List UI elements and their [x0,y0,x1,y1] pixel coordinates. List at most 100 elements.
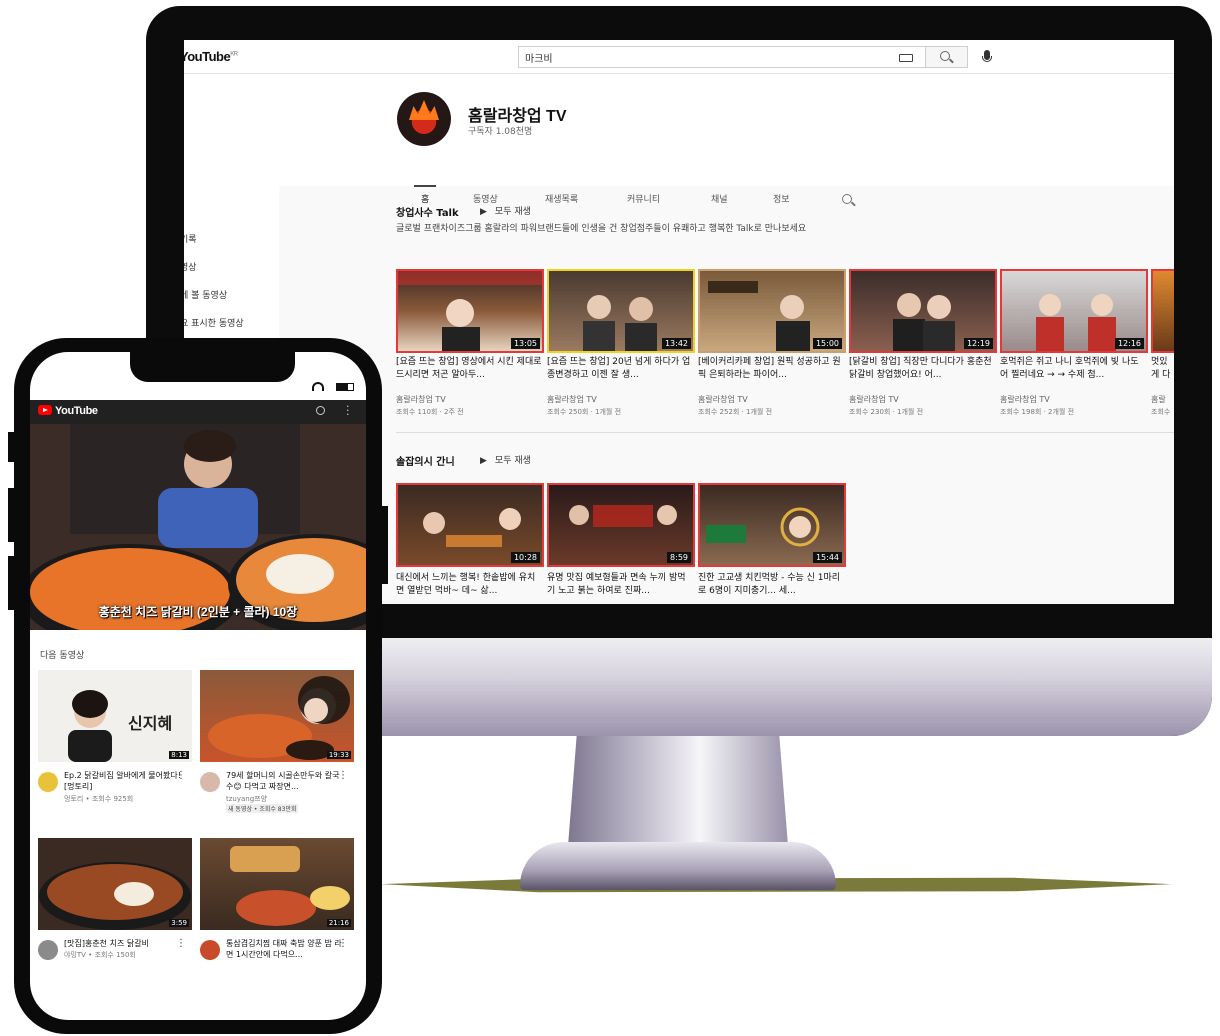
sidebar-item-watch-later[interactable]: 에 볼 동영상 [184,288,227,301]
thumbnail-text: 신지혜 [128,714,173,733]
video-duration: 3:59 [169,919,189,927]
more-vertical-icon[interactable]: ⋮ [338,938,348,949]
channel-search-icon[interactable] [842,194,852,204]
section-title-talk[interactable]: 창업사수 Talk [396,204,459,219]
video-channel[interactable]: 홈랄라창업 TV [396,394,446,405]
search-input[interactable]: 마크비 [518,46,926,68]
video-thumbnail[interactable]: 19:33 [200,670,354,762]
more-vertical-icon[interactable]: ⋮ [338,770,348,781]
youtube-logo[interactable]: YouTubeKR [184,49,238,64]
video-thumbnail[interactable]: 12:16 [1000,269,1148,353]
section-title-second[interactable]: 솔잡의시 간니 [396,453,455,468]
tab-channels[interactable]: 채널 [711,192,728,205]
video-thumbnail[interactable]: 8:59 [547,483,695,567]
video-meta: 야밍TV • 조회수 150회 [64,951,136,959]
video-title[interactable]: 통삼겹김치찜 대짜 축밥 양푼 밥 라면 1시간안에 다먹으... [226,938,344,960]
search-icon [940,51,950,61]
video-duration: 8:59 [667,552,691,563]
phone-notch [130,352,295,382]
video-thumbnail[interactable]: 21:16 [200,838,354,930]
video-title[interactable]: 유명 맛집 예보형들과 면속 누끼 밤먹기 노고 붉는 하여로 진짜... [547,572,693,598]
video-thumbnail[interactable] [1151,269,1174,353]
mobile-screen: YouTube · · · 홍춘천 치즈 닭갈비 (2인분 + 콜라) 10장 … [30,352,366,1020]
home-indicator [110,1002,286,1006]
video-thumbnail[interactable]: 3:59 [38,838,192,930]
video-title[interactable]: [요즘 뜨는 창업] 20년 넘게 하다가 업종변경하고 이젠 잘 생... [547,356,693,382]
more-vertical-icon[interactable]: ⋮ [176,770,186,781]
play-all-button[interactable]: 모두 재생 [480,204,531,217]
video-meta: 멍토리 • 조회수 925회 [64,795,134,803]
active-tab-indicator [414,185,436,187]
video-title[interactable]: [베이커리카페 창업] 원픽 성공하고 원픽 은퇴하라는 파이어... [698,356,844,382]
video-duration: 15:44 [812,552,842,563]
video-title[interactable]: 진한 고교생 치킨먹방 - 수능 신 1마리로 6명이 지미충기... 세... [698,572,844,598]
video-thumbnail[interactable]: 신지혜 8:13 [38,670,192,762]
video-title[interactable]: Ep.2 닭갈비집 알바에게 물어봤다! [멍토리] [64,770,182,792]
search-button[interactable] [926,46,968,68]
new-video-badge: 새 동영상 • 조회수 83만회 [226,804,299,813]
channel-avatar[interactable] [38,940,58,960]
monitor-neck [568,734,788,846]
more-vertical-icon[interactable]: · · · [346,401,350,420]
video-duration: 19:33 [326,751,351,759]
mobile-phone: YouTube · · · 홍춘천 치즈 닭갈비 (2인분 + 콜라) 10장 … [14,338,382,1034]
video-meta: tzuyang쯔양 [226,795,268,803]
video-thumbnail[interactable]: 15:00 [698,269,846,353]
video-duration: 10:28 [510,552,540,563]
video-channel[interactable]: 홈랄라창업 TV [547,394,597,405]
video-duration: 13:42 [661,338,691,349]
wifi-icon [312,382,324,391]
youtube-logo[interactable]: YouTube [38,405,98,417]
video-thumbnail[interactable]: 15:44 [698,483,846,567]
video-meta: 조회수 110회 · 2주 전 [396,408,464,416]
video-duration: 13:05 [510,338,540,349]
video-title[interactable]: [닭갈비 창업] 직장만 다니다가 홍춘천 닭갈비 창업했어요! 어... [849,356,995,382]
keyboard-icon[interactable] [899,54,913,62]
channel-avatar[interactable] [397,92,451,146]
video-channel[interactable]: 홈랄라창업 TV [849,394,899,405]
monitor-base [520,842,836,890]
play-all-button[interactable]: 모두 재생 [480,453,531,466]
device-mockup: YouTubeKR 마크비 ! 기록 영상 에 볼 동영상 요 표시한 동영상 … [0,0,1220,1036]
microphone-icon[interactable] [982,50,992,62]
desktop-masthead: YouTubeKR 마크비 [184,40,1174,74]
tab-about[interactable]: 정보 [773,192,790,205]
video-title[interactable]: 호먹쥐은 쥐고 나니 호먹쥐에 빚 나도어 찔러네요 → → 수제 첨... [1000,356,1146,382]
video-duration: 12:19 [963,338,993,349]
video-duration: 12:16 [1114,338,1144,349]
channel-avatar[interactable] [200,940,220,960]
sidebar-item-liked-videos[interactable]: 요 표시한 동영상 [184,316,244,329]
video-meta: 조회수 [1151,408,1171,416]
battery-icon [336,383,354,391]
video-title[interactable]: [요즘 뜨는 창업] 영상에서 시킨 제대로 드시리면 저곤 알아두... [396,356,542,382]
thumbnail-image [208,676,350,760]
video-title[interactable]: 79세 할머니의 시골손만두와 칼국수😊 다먹고 짜장면... [226,770,344,792]
video-duration: 21:16 [326,919,351,927]
youtube-play-icon [38,405,52,415]
mobile-app-bar: YouTube · · · [30,400,366,424]
more-vertical-icon[interactable]: ⋮ [176,938,186,949]
video-channel[interactable]: 홈랄라창업 TV [698,394,748,405]
sidebar-item-history[interactable]: 기록 [184,232,197,245]
video-channel[interactable]: 홈랄라창업 TV [1000,394,1050,405]
video-channel[interactable]: 홈랄 [1151,394,1166,405]
video-duration: 8:13 [169,751,189,759]
video-thumbnail[interactable]: 10:28 [396,483,544,567]
tab-playlists[interactable]: 재생목록 [545,192,578,205]
channel-avatar[interactable] [38,772,58,792]
tab-community[interactable]: 커뮤니티 [627,192,660,205]
video-thumbnail[interactable]: 12:19 [849,269,997,353]
video-title[interactable]: 멋있게 다 가... [1151,356,1174,382]
channel-avatar[interactable] [200,772,220,792]
subscriber-count: 구독자 1.08천명 [468,127,533,137]
video-player[interactable]: 홍춘천 치즈 닭갈비 (2인분 + 콜라) 10장 [30,424,366,630]
up-next-label: 다음 동영상 [40,651,85,661]
video-duration: 15:00 [812,338,842,349]
video-title[interactable]: 대신에서 느끼는 행복! 한솥밥에 유치면 열받던 먹바~ 데~ 삶... [396,572,542,598]
sidebar-item-my-videos[interactable]: 영상 [184,260,197,273]
video-thumbnail[interactable]: 13:05 [396,269,544,353]
search-value: 마크비 [525,54,553,65]
search-icon[interactable] [316,406,325,415]
thumbnail-image [230,846,350,926]
video-thumbnail[interactable]: 13:42 [547,269,695,353]
